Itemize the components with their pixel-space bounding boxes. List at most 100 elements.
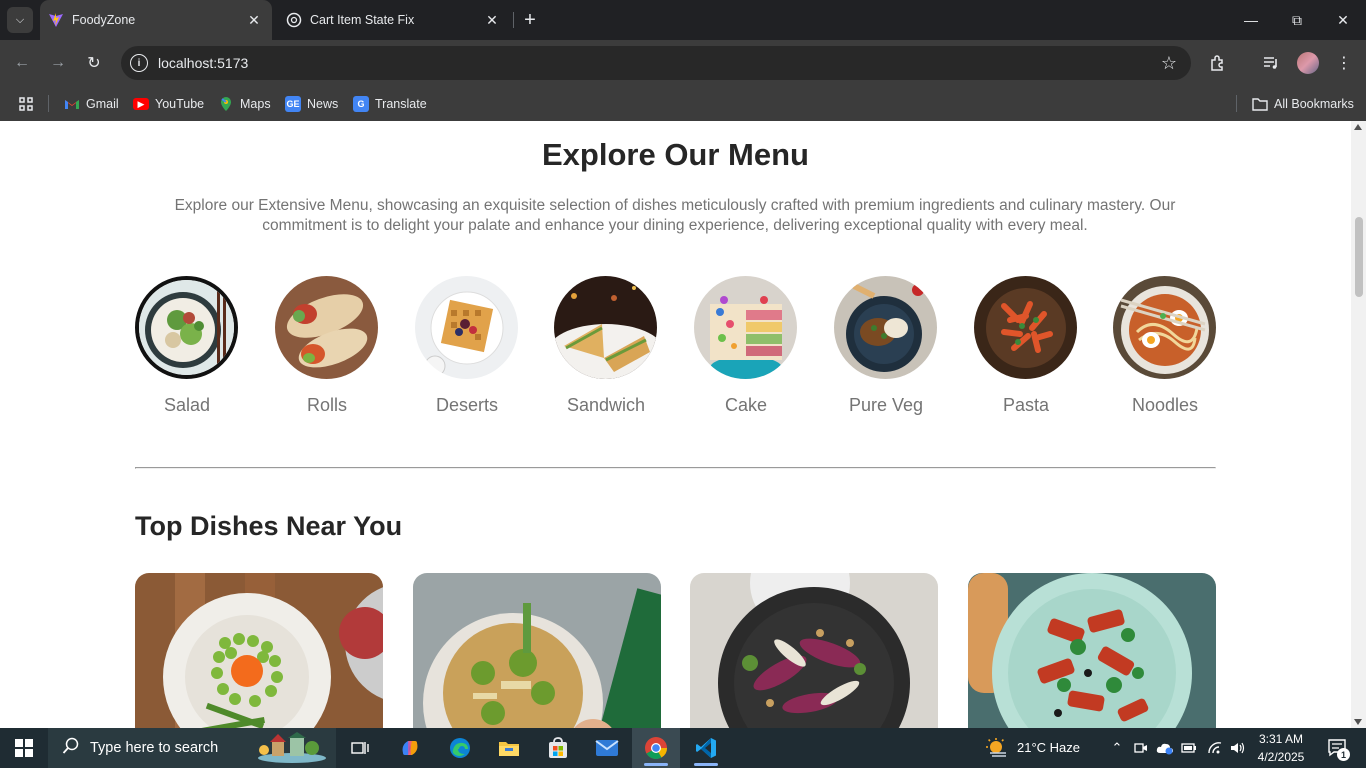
cake-image[interactable]: [694, 276, 797, 379]
profile-avatar[interactable]: [1297, 52, 1319, 74]
menu-item-salad[interactable]: Salad: [135, 276, 239, 416]
bookmark-gmail[interactable]: Gmail: [64, 94, 119, 114]
taskbar-search-box[interactable]: Type here to search: [48, 728, 336, 768]
menu-item-noodles[interactable]: Noodles: [1113, 276, 1217, 416]
onedrive-icon[interactable]: [1154, 728, 1176, 768]
copilot-icon[interactable]: [390, 728, 430, 768]
menu-item-label: Cake: [724, 395, 768, 415]
more-menu-icon[interactable]: ⋮: [1333, 52, 1355, 74]
menu-item-cake[interactable]: Cake: [694, 276, 798, 416]
maps-icon: [218, 96, 234, 112]
page-scrollbar[interactable]: [1351, 121, 1366, 728]
search-placeholder: Type here to search: [90, 740, 219, 756]
battery-icon[interactable]: [1179, 728, 1199, 768]
rolls-image[interactable]: [275, 276, 378, 379]
url-text[interactable]: localhost:5173: [158, 55, 248, 71]
menu-item-label: Pure Veg: [848, 395, 924, 415]
bookmarks-bar: Gmail ▶ YouTube Maps GE News G Translate…: [0, 86, 1366, 121]
dish-card[interactable]: [413, 573, 661, 728]
weather-icon[interactable]: [984, 728, 1012, 768]
start-button[interactable]: [0, 728, 48, 768]
salad-image[interactable]: [135, 276, 238, 379]
scroll-up-arrow[interactable]: [1354, 124, 1362, 130]
dish-image: [690, 573, 938, 728]
noodles-image[interactable]: [1113, 276, 1216, 379]
edge-icon[interactable]: [440, 728, 480, 768]
tab-title: Cart Item State Fix: [310, 13, 415, 27]
show-hidden-icons-chevron[interactable]: ⌃: [1107, 728, 1127, 768]
clock-time[interactable]: 3:31 AM: [1257, 732, 1305, 746]
address-bar[interactable]: i localhost:5173 ☆: [121, 46, 1191, 80]
tab-foodyzone[interactable]: FoodyZone ✕: [40, 0, 272, 40]
media-control-icon[interactable]: [1260, 52, 1282, 74]
menu-item-label: Rolls: [306, 395, 347, 415]
scroll-down-arrow[interactable]: [1354, 719, 1362, 725]
menu-category-list: Salad Rolls Deserts Sandwich Cake Pure V…: [135, 276, 1216, 421]
bookmarks-divider: [1236, 95, 1237, 112]
weather-text[interactable]: 21°C Haze: [1017, 740, 1080, 755]
dish-card[interactable]: [968, 573, 1216, 728]
close-window-button[interactable]: ✕: [1320, 0, 1366, 40]
search-highlight-icon: [256, 732, 328, 769]
bookmark-youtube[interactable]: ▶ YouTube: [133, 94, 204, 114]
dish-card[interactable]: [690, 573, 938, 728]
extensions-icon[interactable]: [1207, 52, 1229, 74]
bookmark-news[interactable]: GE News: [285, 94, 338, 114]
menu-item-sandwich[interactable]: Sandwich: [554, 276, 658, 416]
minimize-button[interactable]: —: [1228, 0, 1274, 40]
wifi-icon[interactable]: [1205, 728, 1225, 768]
site-info-icon[interactable]: i: [130, 54, 148, 72]
notification-center-button[interactable]: 1: [1318, 728, 1358, 768]
file-explorer-icon[interactable]: [489, 728, 529, 768]
browser-toolbar: ← → ↻ i localhost:5173 ☆ ⋮: [0, 40, 1366, 86]
meet-now-icon[interactable]: [1131, 728, 1151, 768]
scrollbar-thumb[interactable]: [1355, 217, 1363, 297]
bookmark-label: Maps: [240, 97, 271, 111]
close-tab-icon[interactable]: ✕: [482, 10, 502, 30]
bookmarks-divider: [48, 95, 49, 112]
menu-item-label: Salad: [163, 395, 211, 415]
back-button[interactable]: ←: [9, 50, 35, 76]
bookmark-maps[interactable]: Maps: [218, 94, 271, 114]
menu-item-pure-veg[interactable]: Pure Veg: [834, 276, 938, 416]
close-tab-icon[interactable]: ✕: [244, 10, 264, 30]
dish-card[interactable]: [135, 573, 383, 728]
clock-date[interactable]: 4/2/2025: [1255, 750, 1307, 764]
forward-button[interactable]: →: [45, 50, 71, 76]
reload-button[interactable]: ↻: [81, 50, 107, 76]
menu-item-rolls[interactable]: Rolls: [275, 276, 379, 416]
chatgpt-icon: [286, 12, 302, 28]
restore-button[interactable]: ⧉: [1274, 0, 1320, 40]
tab-title: FoodyZone: [72, 13, 136, 27]
deserts-image[interactable]: [415, 276, 518, 379]
gmail-icon: [64, 96, 80, 112]
menu-item-deserts[interactable]: Deserts: [415, 276, 519, 416]
all-bookmarks-label: All Bookmarks: [1274, 97, 1354, 111]
new-tab-button[interactable]: +: [519, 9, 541, 31]
menu-item-pasta[interactable]: Pasta: [974, 276, 1078, 416]
tab-cart-item-state-fix[interactable]: Cart Item State Fix ✕: [278, 0, 510, 40]
pure-veg-image[interactable]: [834, 276, 937, 379]
task-view-icon[interactable]: [340, 728, 380, 768]
youtube-icon: ▶: [133, 98, 149, 110]
mail-icon[interactable]: [587, 728, 627, 768]
volume-icon[interactable]: [1228, 728, 1248, 768]
dish-image: [135, 573, 383, 728]
bookmark-label: Translate: [375, 97, 427, 111]
page-viewport: Explore Our Menu Explore our Extensive M…: [0, 121, 1351, 728]
pasta-image[interactable]: [974, 276, 1077, 379]
bookmark-translate[interactable]: G Translate: [353, 94, 427, 114]
bookmark-star-icon[interactable]: ☆: [1161, 53, 1177, 74]
tab-search-button[interactable]: ⌵: [7, 7, 33, 33]
chrome-taskbar-icon[interactable]: [632, 728, 680, 768]
search-icon: [62, 737, 80, 760]
bookmark-label: News: [307, 97, 339, 111]
translate-icon: G: [353, 96, 369, 112]
vscode-icon[interactable]: [684, 728, 728, 768]
tab-divider: [513, 12, 514, 28]
apps-grid-icon[interactable]: [18, 94, 34, 114]
all-bookmarks-button[interactable]: All Bookmarks: [1252, 94, 1354, 114]
active-app-indicator: [694, 763, 718, 766]
sandwich-image[interactable]: [554, 276, 657, 379]
microsoft-store-icon[interactable]: [538, 728, 578, 768]
